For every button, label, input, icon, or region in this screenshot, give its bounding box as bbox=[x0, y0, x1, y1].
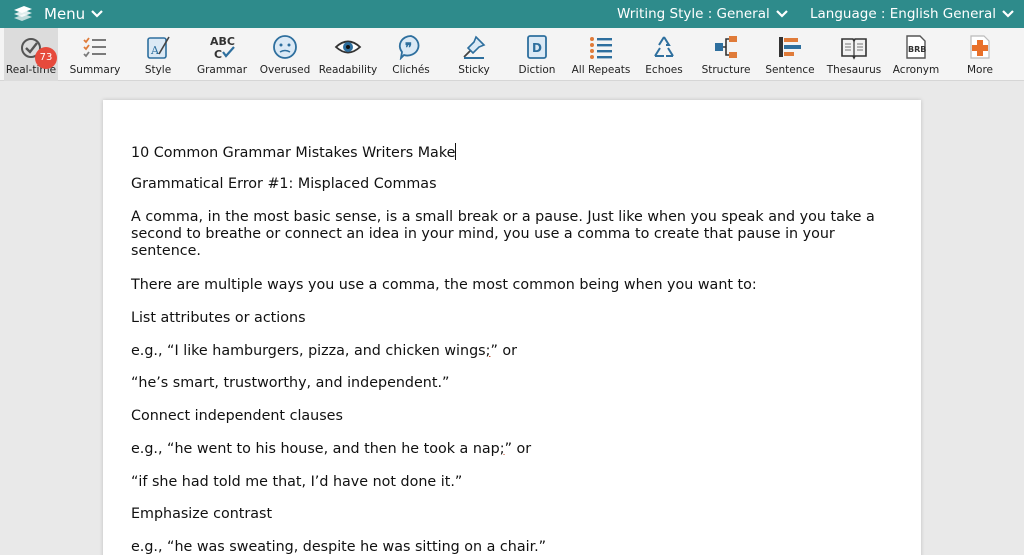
svg-text:D: D bbox=[532, 41, 542, 55]
app-logo-icon bbox=[14, 6, 32, 21]
tool-label: Diction bbox=[518, 64, 556, 76]
more-plus-icon bbox=[970, 35, 990, 59]
document-paragraph[interactable]: e.g., “he was sweating, despite he was s… bbox=[131, 539, 891, 555]
chevron-down-icon bbox=[91, 10, 103, 18]
document-paragraph[interactable]: “he’s smart, trustworthy, and independen… bbox=[131, 375, 891, 392]
tool-label: Sticky bbox=[458, 64, 490, 76]
cliches-quote-icon: ❞ bbox=[398, 35, 420, 60]
tool-sentence[interactable]: Sentence bbox=[764, 28, 816, 81]
tool-label: All Repeats bbox=[571, 64, 631, 76]
tool-label: Echoes bbox=[645, 64, 683, 76]
tool-label: Sentence bbox=[765, 64, 815, 76]
sticky-pin-icon bbox=[463, 35, 486, 59]
menu-button[interactable]: Menu bbox=[44, 0, 103, 28]
tool-echoes[interactable]: Echoes bbox=[640, 28, 688, 81]
document-title[interactable]: 10 Common Grammar Mistakes Writers Make bbox=[131, 143, 891, 162]
document-heading[interactable]: Grammatical Error #1: Misplaced Commas bbox=[131, 176, 891, 193]
tool-acronym[interactable]: BRB Acronym bbox=[890, 28, 942, 81]
tool-label: Grammar bbox=[196, 64, 248, 76]
writing-style-label: Writing Style : General bbox=[617, 6, 770, 22]
svg-text:ABC: ABC bbox=[210, 35, 235, 48]
tool-label: Acronym bbox=[892, 64, 940, 76]
tool-all-repeats[interactable]: All Repeats bbox=[570, 28, 632, 81]
tool-label: Overused bbox=[259, 64, 311, 76]
tool-grammar[interactable]: ABC C Grammar bbox=[196, 28, 248, 81]
tool-style[interactable]: A Style bbox=[132, 28, 184, 81]
realtime-count-badge: 73 bbox=[35, 47, 57, 69]
acronym-brb-icon: BRB bbox=[906, 35, 926, 59]
document-editor[interactable]: 10 Common Grammar Mistakes Writers Make … bbox=[103, 100, 921, 555]
tool-diction[interactable]: D Diction bbox=[514, 28, 560, 81]
tool-more[interactable]: More bbox=[956, 28, 1004, 81]
document-paragraph[interactable]: “if she had told me that, I’d have not d… bbox=[131, 474, 891, 491]
tool-label: Style bbox=[144, 64, 172, 76]
document-paragraph[interactable]: A comma, in the most basic sense, is a s… bbox=[131, 209, 891, 260]
tool-label: Summary bbox=[69, 64, 121, 76]
report-toolbar: Real-time 73 Summary A Style ABC C Gramma… bbox=[0, 28, 1024, 81]
structure-tree-icon bbox=[715, 36, 737, 58]
thesaurus-book-icon bbox=[841, 38, 867, 60]
tool-summary[interactable]: Summary bbox=[68, 28, 122, 81]
tool-thesaurus[interactable]: Thesaurus bbox=[826, 28, 882, 81]
diction-book-icon: D bbox=[527, 35, 547, 59]
tool-label: Thesaurus bbox=[826, 64, 882, 76]
tool-overused[interactable]: Overused bbox=[256, 28, 314, 81]
echoes-recycle-icon bbox=[654, 36, 674, 57]
overused-face-icon bbox=[273, 35, 297, 59]
chevron-down-icon bbox=[775, 10, 788, 18]
tool-structure[interactable]: Structure bbox=[702, 28, 750, 81]
document-paragraph[interactable]: There are multiple ways you use a comma,… bbox=[131, 277, 891, 294]
tool-label: Readability bbox=[318, 64, 378, 76]
tool-label: Clichés bbox=[392, 64, 430, 76]
writing-style-dropdown[interactable]: Writing Style : General bbox=[617, 0, 788, 28]
document-paragraph[interactable]: e.g., “I like hamburgers, pizza, and chi… bbox=[131, 343, 891, 360]
document-paragraph[interactable]: e.g., “he went to his house, and then he… bbox=[131, 441, 891, 458]
sentence-bars-icon bbox=[779, 37, 801, 57]
svg-text:C: C bbox=[214, 48, 222, 61]
document-paragraph[interactable]: Emphasize contrast bbox=[131, 506, 891, 523]
svg-text:❞: ❞ bbox=[405, 41, 412, 56]
readability-eye-icon bbox=[334, 40, 362, 54]
chevron-down-icon bbox=[1002, 10, 1014, 18]
tool-label: More bbox=[966, 64, 994, 76]
language-dropdown[interactable]: Language : English General bbox=[810, 0, 1014, 28]
svg-text:BRB: BRB bbox=[908, 45, 926, 54]
tool-cliches[interactable]: ❞ Clichés bbox=[386, 28, 436, 81]
tool-label: Structure bbox=[701, 64, 751, 76]
text-caret bbox=[455, 143, 457, 160]
style-quill-icon: A bbox=[147, 36, 170, 59]
menu-label: Menu bbox=[44, 5, 86, 23]
top-bar: Menu Writing Style : General Language : … bbox=[0, 0, 1024, 28]
grammar-abc-icon: ABCC bbox=[210, 35, 235, 61]
document-paragraph[interactable]: List attributes or actions bbox=[131, 310, 891, 327]
tool-sticky[interactable]: Sticky bbox=[450, 28, 498, 81]
all-repeats-list-icon bbox=[590, 37, 612, 59]
language-label: Language : English General bbox=[810, 6, 996, 22]
svg-text:A: A bbox=[150, 44, 160, 57]
document-paragraph[interactable]: Connect independent clauses bbox=[131, 408, 891, 425]
tool-readability[interactable]: Readability bbox=[318, 28, 378, 81]
summary-checklist-icon bbox=[83, 37, 106, 58]
